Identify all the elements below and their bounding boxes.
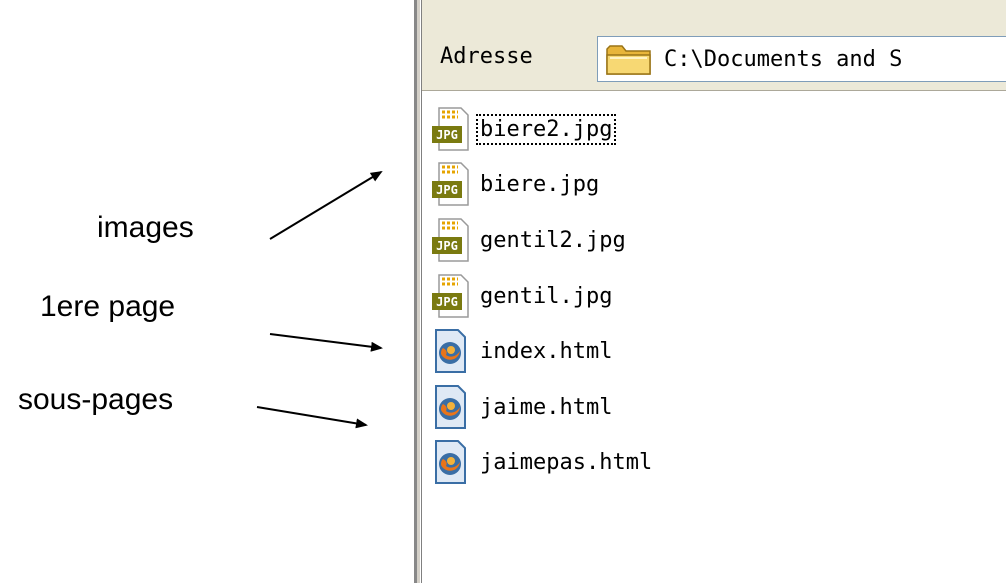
file-name: jaime.html [480, 394, 613, 420]
file-name: jaimepas.html [480, 449, 653, 475]
arrow-sub-pages [256, 406, 368, 429]
window-left-border [414, 0, 422, 583]
annotation-sub-pages: sous-pages [18, 383, 174, 416]
arrow-first-page [269, 333, 383, 352]
annotation-images: images [97, 211, 194, 244]
firefox-html-file-icon [435, 385, 466, 429]
file-name: index.html [480, 338, 613, 364]
file-name: gentil.jpg [480, 283, 613, 309]
jpg-file-icon: JPG [432, 274, 469, 318]
file-item[interactable]: JPG biere2.jpg [430, 104, 617, 154]
file-item[interactable]: jaime.html [430, 382, 614, 432]
firefox-html-file-icon [435, 329, 466, 373]
address-bar: Adresse C:\Documents and S [422, 14, 1006, 91]
file-name: gentil2.jpg [480, 227, 626, 253]
file-name: biere.jpg [480, 171, 600, 197]
file-item[interactable]: JPG biere.jpg [430, 159, 601, 209]
svg-text:JPG: JPG [436, 183, 458, 197]
jpg-file-icon: JPG [432, 162, 469, 206]
jpg-file-icon: JPG [432, 107, 469, 151]
annotation-first-page: 1ere page [40, 290, 176, 323]
folder-icon [606, 45, 651, 75]
file-item[interactable]: JPG gentil2.jpg [430, 215, 628, 265]
arrow-images [269, 170, 383, 240]
file-name: biere2.jpg [475, 113, 617, 145]
address-label: Adresse [440, 44, 533, 69]
svg-text:JPG: JPG [436, 128, 458, 142]
explorer-window: Adresse C:\Documents and S JPG biere2.jp… [414, 0, 1006, 583]
svg-text:JPG: JPG [436, 295, 458, 309]
jpg-file-icon: JPG [432, 218, 469, 262]
address-path: C:\Documents and S [664, 47, 903, 72]
toolbar-strip [422, 0, 1006, 15]
file-list: JPG biere2.jpg JPG biere.jpg JPG gentil2… [422, 91, 1006, 583]
file-item[interactable]: index.html [430, 326, 614, 376]
address-field[interactable]: C:\Documents and S [597, 36, 1006, 82]
file-item[interactable]: jaimepas.html [430, 437, 654, 487]
file-item[interactable]: JPG gentil.jpg [430, 271, 614, 321]
firefox-html-file-icon [435, 440, 466, 484]
svg-text:JPG: JPG [436, 239, 458, 253]
